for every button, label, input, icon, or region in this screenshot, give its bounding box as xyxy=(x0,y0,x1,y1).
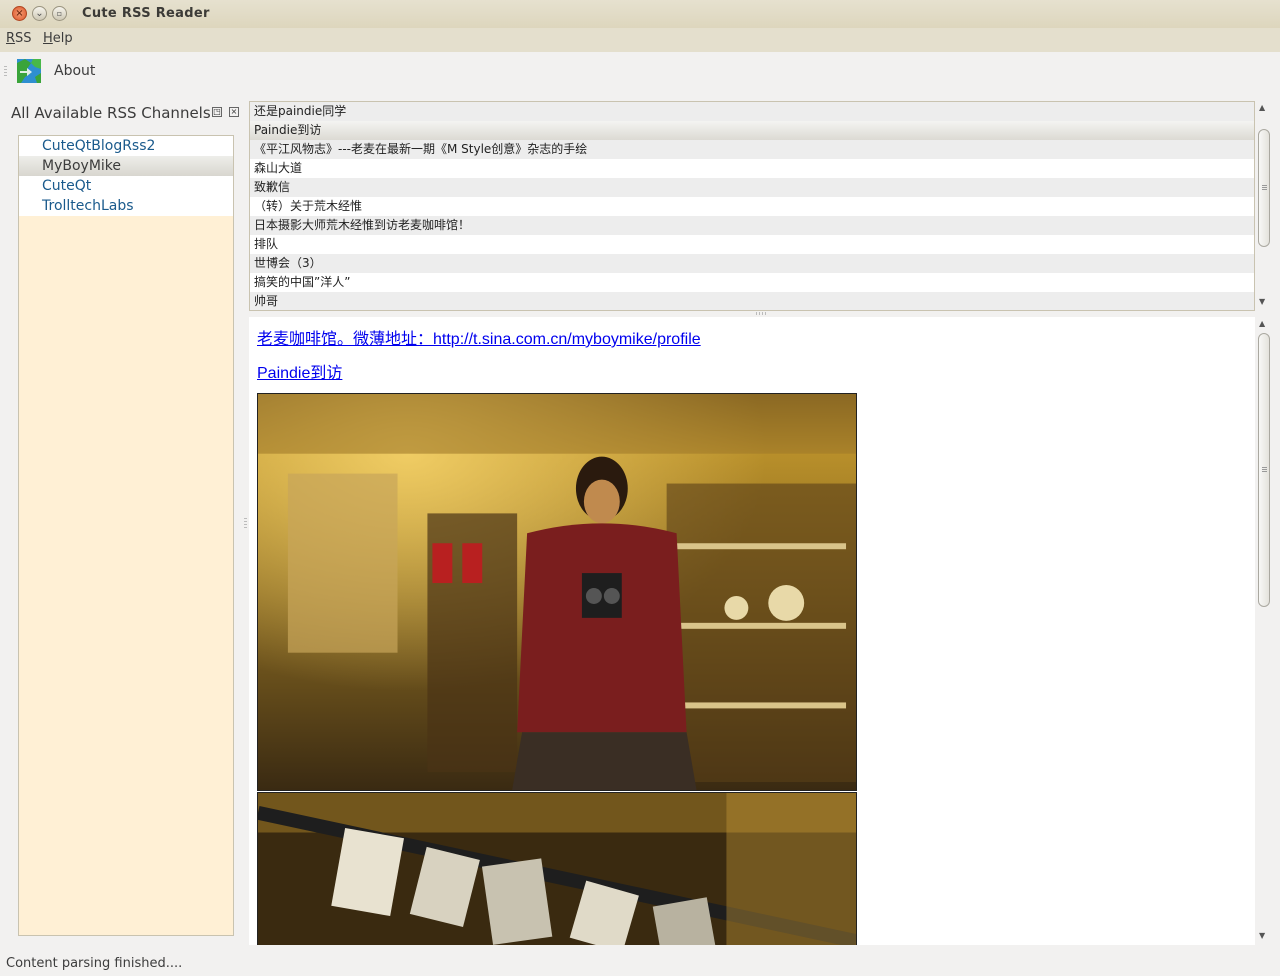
post-list-scrollbar[interactable]: ▲ ▼ xyxy=(1257,101,1271,311)
scroll-down-arrow-icon[interactable]: ▼ xyxy=(1259,297,1265,306)
scroll-thumb-grip-icon xyxy=(1262,185,1267,191)
menu-rss[interactable]: RSS xyxy=(6,31,32,46)
channel-item[interactable]: CuteQtBlogRss2 xyxy=(19,136,233,156)
dock-close-icon[interactable]: × xyxy=(229,107,239,117)
about-button[interactable]: About xyxy=(54,63,95,79)
post-item[interactable]: 帅哥 xyxy=(250,292,1254,310)
content-splitter-handle[interactable] xyxy=(756,312,766,315)
title-bar: × ⌄ ▫ Cute RSS Reader xyxy=(0,0,1280,29)
post-item[interactable]: 《平江风物志》---老麦在最新一期《M Style创意》杂志的手绘 xyxy=(250,140,1254,159)
menu-help-label: elp xyxy=(52,31,73,46)
scroll-thumb-grip-icon xyxy=(1262,467,1267,473)
post-item[interactable]: 还是paindie同学 xyxy=(250,102,1254,121)
menu-help[interactable]: Help xyxy=(43,31,73,46)
window-title: Cute RSS Reader xyxy=(82,6,210,21)
post-item[interactable]: 搞笑的中国”洋人” xyxy=(250,273,1254,292)
post-item[interactable]: 日本摄影大师荒木经惟到访老麦咖啡馆！ xyxy=(250,216,1254,235)
content-scroll-thumb[interactable] xyxy=(1258,333,1270,607)
post-item[interactable]: 世博会（3） xyxy=(250,254,1254,273)
scroll-down-arrow-icon[interactable]: ▼ xyxy=(1259,931,1265,940)
channel-item[interactable]: CuteQt xyxy=(19,176,233,196)
window-maximize-button[interactable]: ▫ xyxy=(52,6,67,21)
about-globe-icon[interactable] xyxy=(17,59,41,83)
toolbar: About xyxy=(0,52,1280,92)
scroll-up-arrow-icon[interactable]: ▲ xyxy=(1259,103,1265,112)
post-photo-photos-on-string xyxy=(257,792,857,945)
status-bar: Content parsing finished.... xyxy=(0,952,1280,976)
post-item[interactable]: 致歉信 xyxy=(250,178,1254,197)
window-close-button[interactable]: × xyxy=(12,6,27,21)
menu-bar: RSS Help xyxy=(0,28,1280,52)
profile-link[interactable]: 老麦咖啡馆。微薄地址：http://t.sina.com.cn/myboymik… xyxy=(257,325,701,349)
dock-float-icon[interactable]: ◳ xyxy=(212,107,222,117)
dock-splitter-handle[interactable] xyxy=(244,518,247,528)
post-list[interactable]: 还是paindie同学 Paindie到访 《平江风物志》---老麦在最新一期《… xyxy=(249,101,1255,311)
content-scrollbar[interactable]: ▲ ▼ xyxy=(1257,317,1271,945)
scroll-up-arrow-icon[interactable]: ▲ xyxy=(1259,319,1265,328)
channel-list[interactable]: CuteQtBlogRss2 MyBoyMike CuteQt Trolltec… xyxy=(18,135,234,936)
channel-item-selected[interactable]: MyBoyMike xyxy=(19,156,233,176)
post-item[interactable]: 排队 xyxy=(250,235,1254,254)
status-message: Content parsing finished.... xyxy=(6,956,183,971)
post-item-selected[interactable]: Paindie到访 xyxy=(250,121,1254,140)
channels-dock-title: All Available RSS Channels xyxy=(11,104,211,122)
post-list-scroll-thumb[interactable] xyxy=(1258,129,1270,247)
post-item[interactable]: 森山大道 xyxy=(250,159,1254,178)
window-minimize-button[interactable]: ⌄ xyxy=(32,6,47,21)
toolbar-grip-handle[interactable] xyxy=(4,66,7,78)
post-title-link[interactable]: Paindie到访 xyxy=(257,359,342,383)
channel-item[interactable]: TrolltechLabs xyxy=(19,196,233,216)
post-item[interactable]: （转）关于荒木经惟 xyxy=(250,197,1254,216)
menu-help-accel: H xyxy=(43,31,53,46)
post-content-view[interactable]: 老麦咖啡馆。微薄地址：http://t.sina.com.cn/myboymik… xyxy=(249,317,1255,945)
post-photo-cafe-mirror xyxy=(257,393,857,791)
menu-rss-label: SS xyxy=(15,31,32,46)
menu-rss-accel: R xyxy=(6,31,16,46)
